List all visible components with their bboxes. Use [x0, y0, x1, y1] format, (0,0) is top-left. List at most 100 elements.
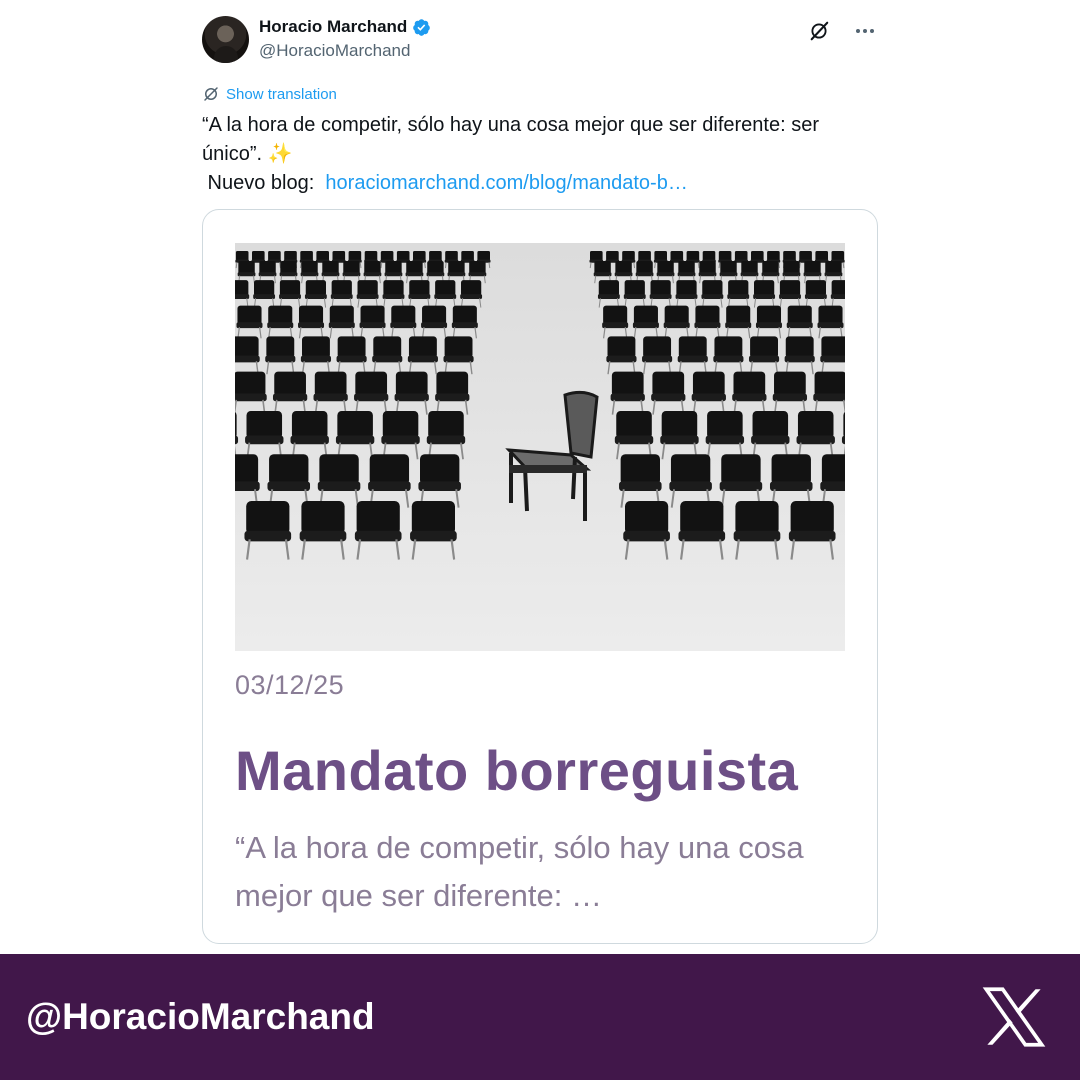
tweet-text: “A la hora de competir, sólo hay una cos… — [202, 111, 878, 198]
chair — [452, 305, 477, 325]
chair-seat — [824, 272, 843, 277]
chair — [652, 371, 685, 397]
chair-seat — [772, 393, 808, 402]
chair — [678, 260, 695, 274]
chair — [752, 411, 789, 439]
chair — [469, 260, 486, 274]
chair-seat — [235, 393, 267, 402]
chair — [787, 305, 812, 325]
chair-seat — [632, 322, 659, 329]
chair — [818, 305, 843, 325]
chair-seat — [342, 272, 361, 277]
blog-link[interactable]: horaciomarchand.com/blog/mandato-b… — [325, 172, 687, 194]
chair-seat — [713, 355, 744, 363]
chair — [252, 251, 265, 261]
chair — [804, 260, 821, 274]
link-preview-card[interactable]: 03/12/25 Mandato borreguista “A la hora … — [202, 209, 878, 944]
chair — [606, 251, 619, 261]
chair — [774, 371, 806, 397]
chair-seat — [426, 435, 466, 445]
chair — [756, 305, 782, 325]
author-handle[interactable]: @HoracioMarchand — [259, 41, 410, 61]
chair — [686, 251, 700, 261]
chair-seat — [614, 435, 654, 445]
chair — [436, 371, 469, 397]
chair-seat — [363, 272, 382, 277]
chair-seat — [382, 294, 405, 300]
chair — [707, 411, 743, 439]
chair — [733, 371, 766, 397]
chair-seat — [460, 294, 483, 300]
chair — [815, 251, 828, 261]
chair — [268, 251, 281, 261]
chair-seat — [769, 481, 813, 492]
chair — [657, 260, 674, 274]
chair — [750, 336, 778, 359]
chair-seat — [237, 272, 256, 277]
chair — [329, 305, 354, 325]
chair-seat — [784, 355, 815, 363]
chair-seat — [405, 272, 424, 277]
chair — [259, 260, 276, 274]
chair — [408, 336, 437, 359]
card-excerpt: “A la hora de competir, sólo hay una cos… — [235, 830, 804, 913]
chair — [633, 305, 658, 325]
chair-seat — [330, 294, 353, 300]
chair-seat — [354, 530, 402, 542]
chair — [692, 371, 725, 397]
chair — [702, 280, 723, 296]
chair-seat — [660, 435, 699, 445]
chair — [364, 251, 378, 261]
chair-seat — [279, 272, 298, 277]
translate-icon — [204, 87, 218, 101]
chair — [721, 454, 761, 485]
chair — [825, 260, 842, 274]
chair-seat — [235, 435, 239, 445]
chair-seat — [813, 393, 845, 402]
chair-seat — [694, 322, 721, 329]
chair — [314, 371, 347, 397]
chair-seat — [719, 481, 763, 492]
avatar[interactable] — [202, 16, 249, 63]
chair-seat — [265, 355, 296, 363]
author-name[interactable]: Horacio Marchand — [259, 17, 407, 37]
chair — [406, 260, 423, 274]
chair — [356, 501, 400, 535]
tweet-text-blog: Nuevo blog: horaciomarchand.com/blog/man… — [202, 169, 878, 198]
chair — [607, 336, 636, 359]
chair-seat — [675, 294, 698, 300]
chair — [300, 251, 313, 261]
chair-seat — [677, 355, 708, 363]
chair — [661, 411, 698, 439]
chair — [598, 280, 619, 296]
chair — [237, 305, 262, 325]
more-icon[interactable] — [852, 18, 878, 44]
chair — [331, 280, 352, 296]
chair-seat — [782, 272, 801, 277]
chair-seat — [761, 272, 780, 277]
chair — [301, 260, 318, 274]
chair-seat — [678, 530, 726, 542]
chair — [735, 501, 779, 535]
chair — [291, 411, 328, 439]
chair — [337, 336, 366, 359]
chair — [420, 454, 460, 485]
show-translation-link[interactable]: Show translation — [202, 85, 337, 103]
chair — [413, 251, 426, 261]
chair — [369, 454, 410, 485]
chair-seat — [755, 322, 782, 329]
chair — [678, 336, 707, 359]
chair — [409, 280, 430, 296]
chair — [332, 251, 346, 261]
chair-seat — [236, 322, 263, 329]
chair — [235, 411, 237, 438]
chair-seat — [623, 530, 670, 542]
card-date: 03/12/25 — [235, 670, 345, 700]
chair-seat — [656, 272, 675, 277]
chair — [616, 411, 652, 439]
chair — [254, 280, 275, 296]
chair — [269, 454, 309, 485]
grok-icon[interactable] — [806, 18, 832, 44]
chair — [435, 280, 456, 296]
chair-seat — [407, 355, 438, 363]
